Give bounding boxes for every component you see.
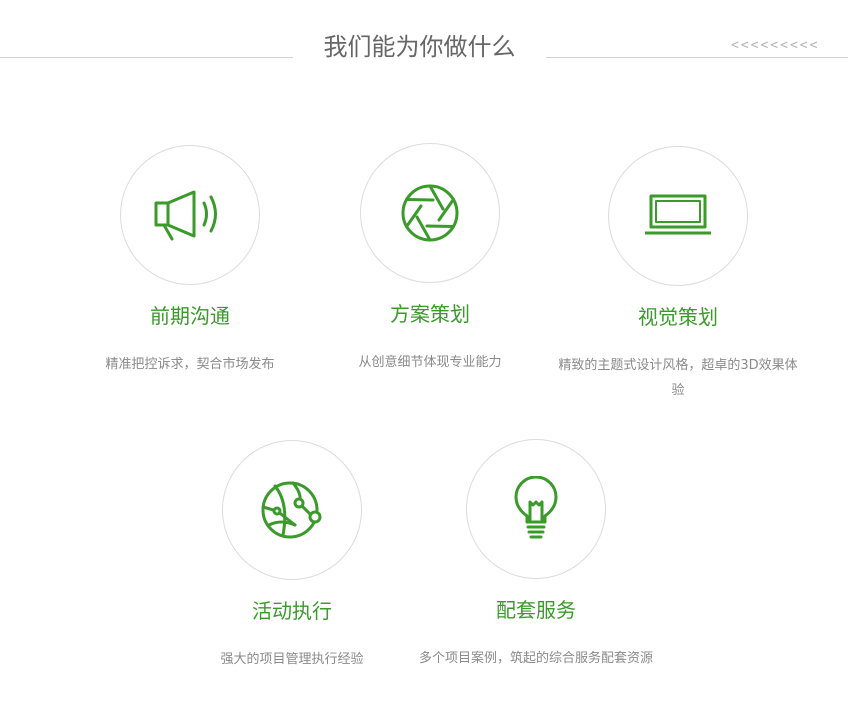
service-icon-circle xyxy=(608,146,748,286)
service-desc: 多个项目案例，筑起的综合服务配套资源 xyxy=(418,651,653,666)
service-icon-circle xyxy=(360,143,500,283)
network-globe-icon xyxy=(261,481,322,539)
service-desc: 强大的项目管理执行经验 xyxy=(220,652,364,667)
section-header: 我们能为你做什么 <<<<<<<<< xyxy=(0,0,848,90)
laptop-icon xyxy=(645,194,711,235)
service-title: 前期沟通 xyxy=(150,304,230,328)
service-title: 配套服务 xyxy=(496,598,576,622)
header-rule-left xyxy=(0,57,293,58)
service-icon-circle xyxy=(120,145,260,285)
aperture-icon xyxy=(401,184,459,242)
service-icon-circle xyxy=(466,439,606,579)
megaphone-icon xyxy=(154,190,217,241)
service-title: 视觉策划 xyxy=(638,305,718,329)
service-desc: 精准把控诉求，契合市场发布 xyxy=(105,357,275,372)
service-title: 方案策划 xyxy=(390,302,470,326)
light-bulb-icon xyxy=(514,476,558,539)
chevron-decoration: <<<<<<<<< xyxy=(731,38,820,53)
service-icon-circle xyxy=(222,440,362,580)
section-title: 我们能为你做什么 xyxy=(323,33,516,61)
service-title: 活动执行 xyxy=(252,599,332,623)
header-rule-right xyxy=(546,57,848,58)
service-desc: 精致的主题式设计风格，超卓的3D效果体验 xyxy=(558,358,798,398)
service-desc: 从创意细节体现专业能力 xyxy=(358,355,502,370)
